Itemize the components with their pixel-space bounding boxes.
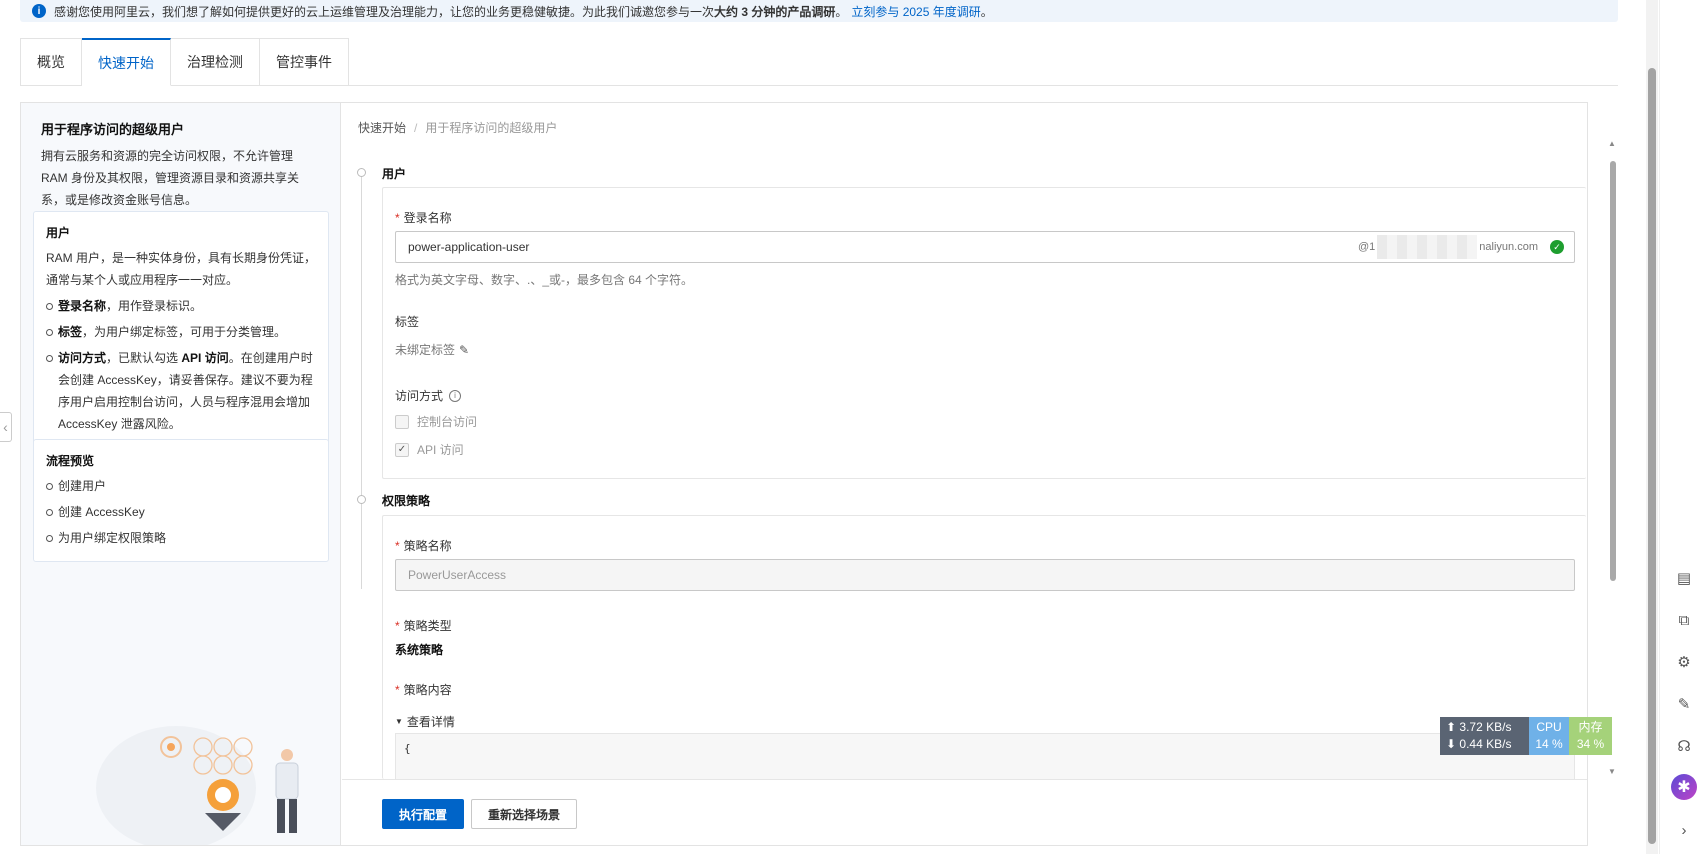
survey-banner: i 感谢您使用阿里云，我们想了解如何提供更好的云上运维管理及治理能力，让您的业务… xyxy=(20,0,1618,22)
redacted-text xyxy=(1377,235,1478,259)
chevron-right-icon[interactable]: › xyxy=(1674,820,1694,840)
policy-content-code: { xyxy=(395,733,1575,779)
list-item: 登录名称，用作登录标识。 xyxy=(46,295,316,317)
breadcrumb-root[interactable]: 快速开始 xyxy=(358,121,406,135)
flow-card-title: 流程预览 xyxy=(46,454,95,468)
main-tabs: 概览 快速开始 治理检测 管控事件 xyxy=(20,38,1618,86)
gear-icon[interactable]: ⚙ xyxy=(1674,652,1694,672)
network-monitor-widget[interactable]: ⬆ 3.72 KB/s ⬇ 0.44 KB/s CPU 14 % 内存 34 % xyxy=(1440,717,1612,755)
scenario-info-panel: 用于程序访问的超级用户 拥有云服务和资源的完全访问权限，不允许管理 RAM 身份… xyxy=(21,103,341,845)
upload-speed: 3.72 KB/s xyxy=(1459,720,1512,734)
access-method-label: 访问方式 i xyxy=(395,387,462,404)
check-circle-icon: ✓ xyxy=(1550,240,1564,254)
illustration-image xyxy=(96,726,299,845)
login-name-label: * 登录名称 xyxy=(395,211,452,225)
breadcrumb: 快速开始 / 用于程序访问的超级用户 xyxy=(358,119,557,136)
chevron-left-icon[interactable]: ‹ xyxy=(0,412,12,442)
flow-preview-card: 流程预览 创建用户 创建 AccessKey 为用户绑定权限策略 xyxy=(33,439,329,562)
banner-end: 。 xyxy=(980,4,993,19)
policy-content-label: * 策略内容 xyxy=(395,683,452,697)
code-icon[interactable]: ⧉ xyxy=(1674,610,1694,630)
cpu-usage: CPU 14 % xyxy=(1529,717,1569,755)
console-access-checkbox[interactable] xyxy=(395,414,409,429)
step-title-user: 用户 xyxy=(382,167,407,181)
scenario-title: 用于程序访问的超级用户 xyxy=(41,122,185,137)
caret-down-icon: ▼ xyxy=(395,717,403,726)
download-arrow-icon: ⬇ xyxy=(1446,737,1457,751)
console-access-option: 控制台访问 xyxy=(395,413,477,430)
step-title-policy: 权限策略 xyxy=(382,494,431,508)
config-panel: 快速开始 / 用于程序访问的超级用户 用户 * 登录名称 power-applicat… xyxy=(342,103,1616,845)
step-dot-user xyxy=(357,168,366,177)
view-details-toggle[interactable]: ▼ 查看详情 xyxy=(395,713,455,730)
reselect-scenario-button[interactable]: 重新选择场景 xyxy=(471,799,578,829)
policy-name-label: * 策略名称 xyxy=(395,539,452,553)
login-domain-suffix: @1 naliyun.com xyxy=(1358,232,1538,262)
page-scrollbar-thumb[interactable] xyxy=(1648,68,1656,844)
action-footer: 执行配置 重新选择场景 xyxy=(342,779,1587,845)
tag-value: 未绑定标签 ✎ xyxy=(395,342,470,358)
panel-scrollbar[interactable] xyxy=(1610,161,1616,581)
headset-icon[interactable]: ☊ xyxy=(1674,736,1694,756)
tab-quick-start[interactable]: 快速开始 xyxy=(82,38,171,86)
net-speeds: ⬆ 3.72 KB/s ⬇ 0.44 KB/s xyxy=(1440,717,1529,755)
right-toolbar: ▤ ⧉ ⚙ ✎ ☊ ✱ › xyxy=(1659,0,1708,854)
login-name-hint: 格式为英文字母、数字、.、_或-，最多包含 64 个字符。 xyxy=(395,273,694,287)
user-card-title: 用户 xyxy=(46,226,71,240)
upload-arrow-icon: ⬆ xyxy=(1446,720,1457,734)
scroll-up-icon[interactable]: ▲ xyxy=(1608,139,1616,148)
list-item: 创建用户 xyxy=(46,475,316,497)
flow-list: 创建用户 创建 AccessKey 为用户绑定权限策略 xyxy=(46,475,316,549)
policy-type-label: * 策略类型 xyxy=(395,619,452,633)
list-item: 标签，为用户绑定标签，可用于分类管理。 xyxy=(46,321,316,343)
execute-config-button[interactable]: 执行配置 xyxy=(382,799,465,829)
user-card-list: 登录名称，用作登录标识。 标签，为用户绑定标签，可用于分类管理。 访问方式，已默… xyxy=(46,295,316,435)
quick-start-container: 用于程序访问的超级用户 拥有云服务和资源的完全访问权限，不允许管理 RAM 身份… xyxy=(20,102,1616,846)
survey-link[interactable]: 立刻参与 2025 年度调研 xyxy=(851,3,980,20)
edit-icon[interactable]: ✎ xyxy=(1674,694,1694,714)
api-access-checkbox[interactable]: ✓ xyxy=(395,442,409,457)
page-scrollbar[interactable] xyxy=(1646,0,1658,854)
banner-punct: 。 xyxy=(835,4,848,19)
tab-governance-check[interactable]: 治理检测 xyxy=(171,38,260,86)
tag-label: 标签 xyxy=(395,315,420,329)
tab-overview[interactable]: 概览 xyxy=(20,38,82,86)
edit-icon[interactable]: ✎ xyxy=(459,343,469,357)
api-access-option: ✓ API 访问 xyxy=(395,441,464,458)
policy-type-value: 系统策略 xyxy=(395,643,444,657)
document-icon[interactable]: ▤ xyxy=(1674,568,1694,588)
login-name-input[interactable]: power-application-user @1 naliyun.com ✓ xyxy=(395,231,1575,263)
info-icon: i xyxy=(32,4,46,18)
download-speed: 0.44 KB/s xyxy=(1459,737,1512,751)
user-info-card: 用户 RAM 用户，是一种实体身份，具有长期身份凭证，通常与某个人或应用程序一一… xyxy=(33,211,329,448)
banner-text: 感谢您使用阿里云，我们想了解如何提供更好的云上运维管理及治理能力，让您的业务更稳… xyxy=(54,4,715,19)
breadcrumb-separator: / xyxy=(414,121,418,135)
list-item: 访问方式，已默认勾选 API 访问。在创建用户时会创建 AccessKey，请妥… xyxy=(46,347,316,435)
login-name-value: power-application-user xyxy=(408,240,530,254)
step-line xyxy=(361,173,362,589)
banner-bold: 大约 3 分钟的产品调研 xyxy=(714,4,836,19)
list-item: 为用户绑定权限策略 xyxy=(46,527,316,549)
scenario-description: 拥有云服务和资源的完全访问权限，不允许管理 RAM 身份及其权限，管理资源目录和… xyxy=(41,149,300,207)
ai-assistant-icon[interactable]: ✱ xyxy=(1671,774,1697,800)
list-item: 创建 AccessKey xyxy=(46,501,316,523)
tab-control-events[interactable]: 管控事件 xyxy=(260,38,349,86)
policy-name-input[interactable]: PowerUserAccess xyxy=(395,559,1575,591)
info-circle-icon[interactable]: i xyxy=(449,389,462,402)
user-card-intro: RAM 用户，是一种实体身份，具有长期身份凭证，通常与某个人或应用程序一一对应。 xyxy=(46,251,317,287)
breadcrumb-current: 用于程序访问的超级用户 xyxy=(425,121,558,135)
step-dot-policy xyxy=(357,495,366,504)
scroll-down-icon[interactable]: ▼ xyxy=(1608,767,1616,776)
memory-usage: 内存 34 % xyxy=(1569,717,1612,755)
